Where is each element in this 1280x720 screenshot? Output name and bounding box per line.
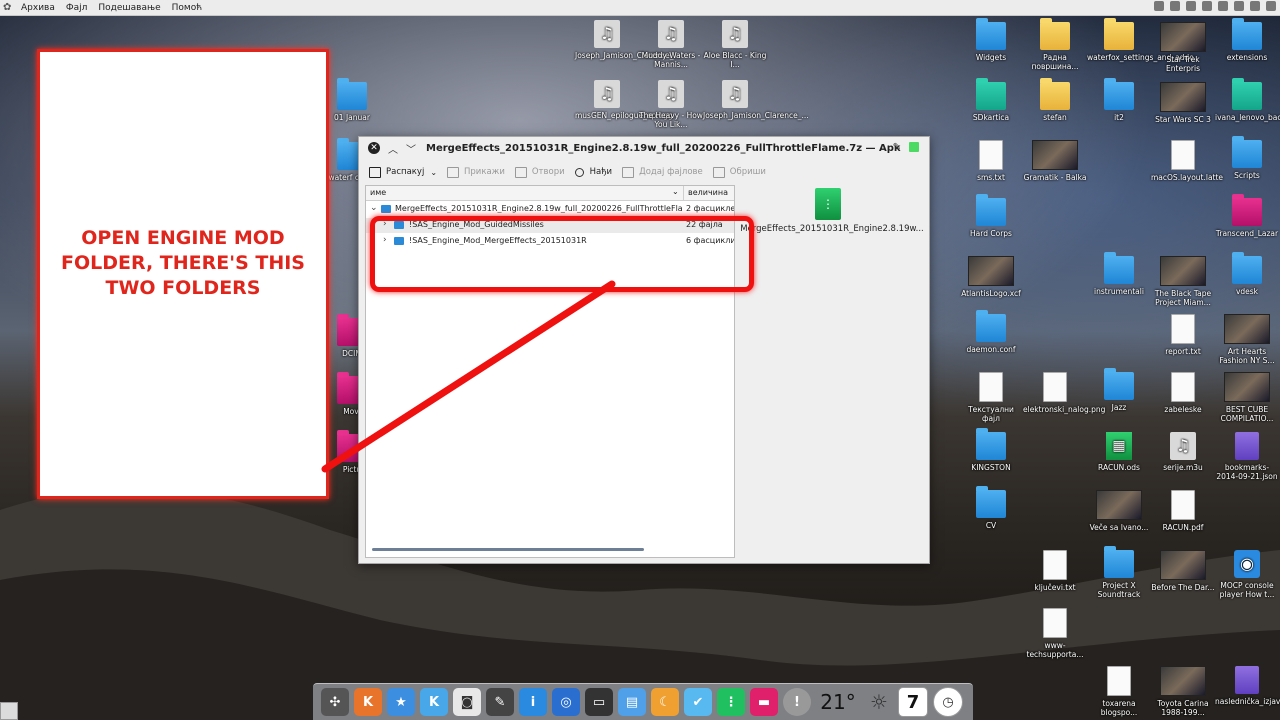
browser-icon[interactable]: ◎ bbox=[552, 688, 580, 716]
usb-drive-icon[interactable]: ▬ bbox=[750, 688, 778, 716]
info-icon[interactable]: i bbox=[519, 688, 547, 716]
disk-icon[interactable]: ◙ bbox=[453, 688, 481, 716]
launcher-icon[interactable]: ✣ bbox=[321, 688, 349, 716]
screen-icon[interactable]: ▭ bbox=[585, 688, 613, 716]
notification-icon[interactable]: ! bbox=[783, 688, 811, 716]
kde-app-icon[interactable]: K bbox=[354, 688, 382, 716]
kde-settings-icon[interactable]: K bbox=[420, 688, 448, 716]
dock-panel: ✣ K ★ K ◙ ✎ i ◎ ▭ ▤ ☾ ✔ ⋮ ▬ ! 21° ☼ 7 ◷ bbox=[313, 683, 973, 720]
file-manager-icon[interactable]: ▤ bbox=[618, 688, 646, 716]
weather-moon-icon[interactable]: ☾ bbox=[651, 688, 679, 716]
notes-icon[interactable]: ✎ bbox=[486, 688, 514, 716]
calendar-icon[interactable]: 7 bbox=[898, 687, 928, 717]
sun-icon[interactable]: ☼ bbox=[865, 688, 893, 716]
waterfox-icon[interactable]: ✔ bbox=[684, 688, 712, 716]
favorites-icon[interactable]: ★ bbox=[387, 688, 415, 716]
archive-manager-icon[interactable]: ⋮ bbox=[717, 688, 745, 716]
annotation-pointer-line bbox=[321, 280, 616, 473]
clock-icon[interactable]: ◷ bbox=[933, 687, 963, 717]
weather-temperature[interactable]: 21° bbox=[816, 690, 860, 714]
show-desktop-corner[interactable] bbox=[0, 702, 18, 720]
